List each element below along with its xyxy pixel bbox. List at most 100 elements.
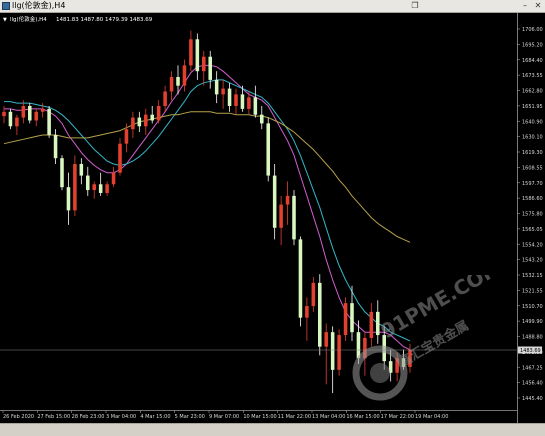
candle-body: [79, 163, 84, 176]
candle-body: [98, 184, 103, 193]
candle-body: [60, 158, 64, 188]
time-tick-label: 5 Mar 23:00: [175, 414, 205, 420]
candle-body: [376, 311, 380, 336]
candle-body: [240, 94, 245, 109]
candle-body: [163, 91, 167, 106]
candle-body: [118, 143, 122, 173]
chart-window-icon: [2, 2, 10, 10]
candle-body: [53, 134, 58, 159]
candle-body: [15, 117, 19, 127]
candle-body: [279, 204, 283, 228]
time-tick-label: 4 Mar 15:00: [140, 414, 170, 420]
price-tick-label: 1619.30: [522, 150, 543, 156]
chart-symbol-label: llg(伦敦金),H4: [10, 15, 47, 23]
candle-body: [176, 76, 180, 86]
candle-body: [73, 163, 77, 211]
time-tick-label: 28 Feb 23:00: [72, 414, 105, 420]
candle-body: [40, 108, 45, 112]
candle-body: [266, 123, 270, 176]
candle-body: [318, 282, 322, 347]
restore-button[interactable]: ❐: [410, 1, 420, 10]
time-tick-label: 10 Mar 15:00: [243, 414, 276, 420]
moving-average-line-2: [4, 79, 411, 342]
chart-title-bar[interactable]: llg(伦敦金),H4 – ✕ ❐: [0, 0, 545, 13]
time-tick-label: 17 Mar 22:00: [381, 414, 414, 420]
time-tick-label: 9 Mar 07:00: [209, 414, 239, 420]
price-tick-label: 1565.05: [522, 227, 543, 233]
moving-average-line-1: [4, 64, 411, 351]
candle-body: [111, 172, 116, 185]
price-tick-label: 1586.60: [522, 196, 543, 202]
price-tick-label: 1597.70: [522, 181, 543, 187]
candle-body: [150, 114, 154, 121]
candle-body: [124, 129, 129, 144]
candle-body: [156, 105, 161, 121]
candle-body: [337, 335, 341, 370]
candle-body: [66, 187, 71, 211]
candle-body: [182, 65, 187, 86]
terminal-window: llg(伦敦金),H4 – ✕ ❐ 1706.00 1695.20 1684.40 1…: [0, 0, 545, 436]
candle-body: [408, 349, 412, 367]
chart-tab-bar: [0, 423, 545, 436]
candle-body: [169, 76, 174, 92]
candle-body: [144, 114, 148, 127]
minimize-button[interactable]: –: [520, 1, 530, 10]
candle-body: [343, 303, 348, 336]
candle-body: [285, 195, 290, 205]
window-title: llg(伦敦金),H4: [12, 1, 66, 10]
candle-body: [195, 39, 200, 72]
moving-average-line-3: [3, 111, 411, 243]
candle-body: [382, 335, 386, 362]
price-tick-label: 1445.40: [522, 396, 543, 402]
price-tick-label: 1651.95: [522, 104, 543, 110]
time-tick-label: 3 Mar 04:00: [106, 414, 136, 420]
candle-body: [131, 117, 135, 130]
price-tick-label: 1608.55: [522, 165, 543, 171]
price-tick-label: 1630.10: [522, 135, 543, 141]
candle-body: [214, 79, 219, 95]
price-tick-label: 1543.20: [522, 258, 543, 264]
candle-body: [292, 195, 296, 240]
candle-body: [298, 239, 303, 318]
time-tick-label: 13 Mar 04:00: [312, 414, 345, 420]
candle-body: [8, 111, 13, 127]
candle-body: [395, 358, 399, 373]
candle-body: [311, 282, 316, 307]
close-button[interactable]: ✕: [533, 1, 543, 10]
price-tick-label: 1640.90: [522, 119, 543, 125]
price-tick-label: 1510.70: [522, 304, 543, 310]
candle-body: [330, 332, 335, 370]
price-tick-label: 1673.55: [522, 73, 543, 79]
candle-body: [92, 184, 96, 191]
chart-ohlc-values: 1481.83 1487.80 1479.39 1483.69: [56, 17, 153, 23]
price-tick-label: 1521.55: [522, 288, 543, 294]
candle-body: [369, 311, 374, 338]
candle-body: [105, 184, 109, 193]
price-tick-label: 1662.80: [522, 89, 543, 95]
time-tick-label: 19 Mar 04:00: [415, 414, 448, 420]
candle-body: [2, 111, 6, 117]
candle-body: [47, 108, 51, 135]
price-chart[interactable]: 1706.00 1695.20 1684.40 1673.55 1662.80 1651.…: [0, 13, 545, 423]
price-tick-label: 1554.20: [522, 242, 543, 248]
time-tick-label: 26 Feb 2020: [3, 414, 34, 420]
price-tick-label: 1575.80: [522, 212, 543, 218]
candle-body: [363, 337, 367, 359]
price-tick-label: 1706.00: [522, 27, 543, 33]
price-tick-label: 1488.80: [522, 335, 543, 341]
candle-body: [234, 94, 238, 106]
candle-body: [137, 117, 142, 127]
candle-body: [253, 97, 258, 115]
candle-body: [21, 105, 26, 118]
price-tick-label: 1532.15: [522, 273, 543, 279]
candle-body: [260, 114, 264, 124]
candle-body: [401, 358, 406, 367]
candle-body: [86, 175, 90, 191]
candle-body: [227, 88, 232, 106]
chart-canvas[interactable]: 1706.00 1695.20 1684.40 1673.55 1662.80 1651.…: [0, 13, 545, 423]
candle-body: [324, 332, 328, 347]
price-tick-label: 1684.40: [522, 58, 543, 64]
candle-body: [189, 39, 193, 66]
candle-body: [202, 56, 206, 72]
candle-body: [350, 303, 354, 333]
